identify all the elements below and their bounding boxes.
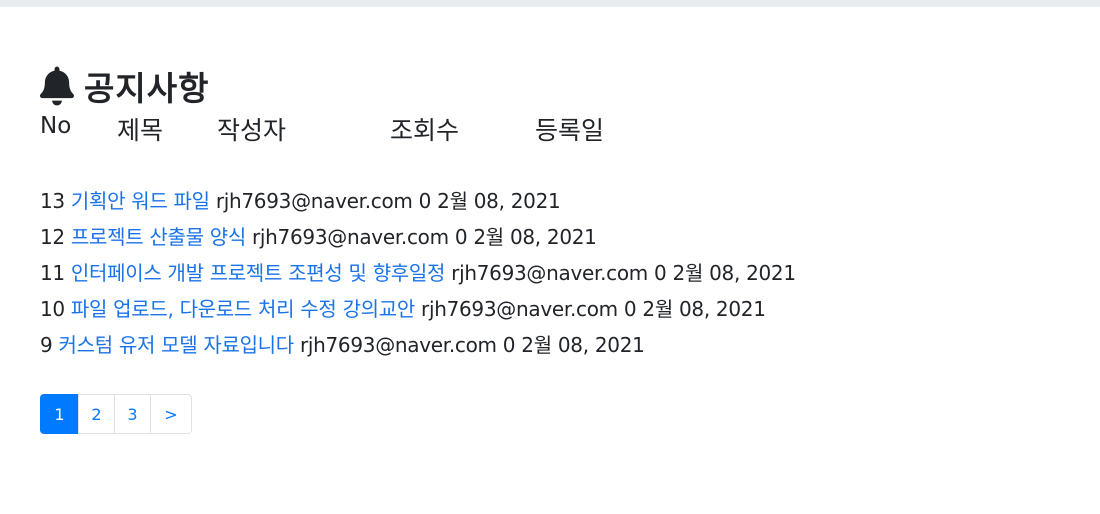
column-date: 등록일 <box>535 116 605 145</box>
notice-views: 0 <box>623 297 637 321</box>
notice-title-link[interactable]: 기획안 워드 파일 <box>71 189 210 213</box>
bell-icon <box>40 66 74 106</box>
next-page-button[interactable]: > <box>150 394 192 434</box>
page-link-2[interactable]: 2 <box>78 394 115 434</box>
notice-no: 11 <box>40 261 65 285</box>
notice-date: 2월 08, 2021 <box>672 261 797 285</box>
notice-author: rjh7693@naver.com <box>215 189 413 213</box>
notice-list: 13 기획안 워드 파일 rjh7693@naver.com 0 2월 08, … <box>40 183 1060 363</box>
notice-views: 0 <box>418 189 432 213</box>
notice-no: 12 <box>40 225 65 249</box>
notice-author: rjh7693@naver.com <box>421 297 618 321</box>
table-row: 11 인터페이스 개발 프로젝트 조편성 및 향후일정 rjh7693@nave… <box>40 255 1060 291</box>
notice-views: 0 <box>654 261 667 285</box>
notice-views: 0 <box>502 333 516 357</box>
column-title: 제목 <box>117 116 164 145</box>
table-row: 13 기획안 워드 파일 rjh7693@naver.com 0 2월 08, … <box>40 183 1060 219</box>
notice-title-link[interactable]: 인터페이스 개발 프로젝트 조편성 및 향후일정 <box>71 261 445 285</box>
notice-author: rjh7693@naver.com <box>252 225 449 249</box>
table-header: No 제목 작성자 조회수 등록일 <box>40 111 1060 147</box>
notice-author: rjh7693@naver.com <box>299 333 497 357</box>
main-content: 공지사항 No 제목 작성자 조회수 등록일 13 기획안 워드 파일 rjh7… <box>0 63 1100 434</box>
notice-date: 2월 08, 2021 <box>437 189 561 213</box>
notice-title-link[interactable]: 파일 업로드, 다운로드 처리 수정 강의교안 <box>71 297 415 321</box>
page-header: 공지사항 <box>40 63 1060 109</box>
notice-date: 2월 08, 2021 <box>473 225 597 249</box>
notice-no: 10 <box>40 297 65 321</box>
column-author: 작성자 <box>217 116 287 145</box>
notice-title-link[interactable]: 프로젝트 산출물 양식 <box>71 225 246 249</box>
notice-date: 2월 08, 2021 <box>521 333 645 357</box>
column-no: No <box>40 113 72 139</box>
notice-no: 13 <box>40 189 65 213</box>
notice-title-link[interactable]: 커스텀 유저 모델 자료입니다 <box>59 333 295 357</box>
top-bar <box>0 0 1100 7</box>
page-link-3[interactable]: 3 <box>114 394 151 434</box>
table-row: 12 프로젝트 산출물 양식 rjh7693@naver.com 0 2월 08… <box>40 219 1060 255</box>
table-row: 10 파일 업로드, 다운로드 처리 수정 강의교안 rjh7693@naver… <box>40 291 1060 327</box>
notice-date: 2월 08, 2021 <box>642 297 766 321</box>
pagination: 1 2 3 > <box>40 394 1060 434</box>
notice-author: rjh7693@naver.com <box>451 261 648 285</box>
notice-views: 0 <box>454 225 468 249</box>
page-title: 공지사항 <box>84 69 210 108</box>
column-views: 조회수 <box>390 116 460 145</box>
page-link-1[interactable]: 1 <box>40 394 79 434</box>
notice-no: 9 <box>40 333 53 357</box>
table-row: 9 커스텀 유저 모델 자료입니다 rjh7693@naver.com 0 2월… <box>40 327 1060 363</box>
